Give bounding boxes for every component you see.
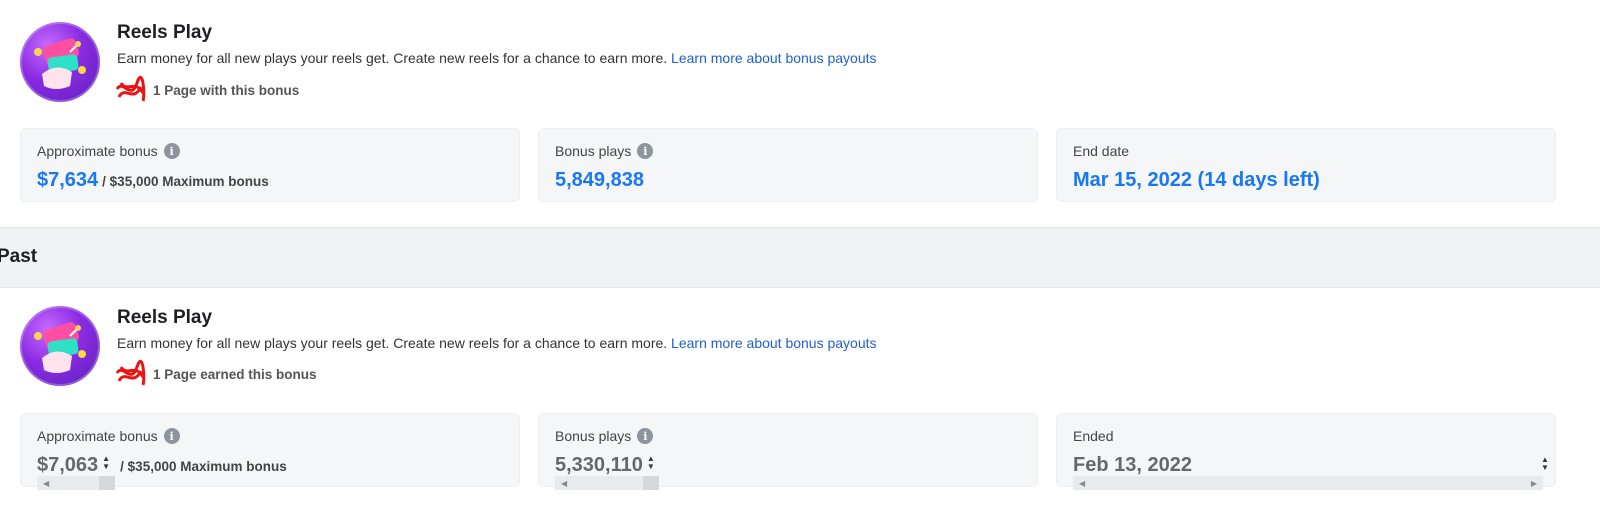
end-date-box: End date Mar 15, 2022 (14 days left): [1056, 128, 1556, 202]
bonus-plays-amount: 5,330,110: [555, 454, 643, 476]
scroll-right-arrow-icon[interactable]: ▶: [1531, 479, 1537, 488]
horizontal-scrollbar[interactable]: ◀▶: [555, 476, 659, 490]
info-icon[interactable]: i: [163, 428, 180, 444]
bonus-plays-value: 5,330,110 ▲ ▼: [555, 454, 655, 477]
spinner-arrows-icon[interactable]: ▲ ▼: [102, 455, 110, 471]
past-section-heading: Past: [0, 246, 38, 267]
pages-count-text: 1 Page earned this bonus: [153, 366, 317, 382]
ended-label: Ended: [1073, 428, 1114, 444]
spinner-arrows-icon[interactable]: ▲ ▼: [647, 455, 655, 471]
reels-bonus-avatar: [20, 306, 100, 386]
approximate-bonus-box: Approximate bonus i $7,634/ $35,000 Maxim…: [20, 128, 520, 202]
info-icon[interactable]: i: [637, 428, 654, 444]
end-date-label: End date: [1073, 143, 1130, 159]
pages-with-bonus[interactable]: 1 Page with this bonus: [113, 75, 299, 105]
approximate-bonus-amount: $7,063: [37, 454, 99, 476]
spinner-arrows-icon[interactable]: ▲ ▼: [1541, 456, 1549, 472]
approximate-bonus-box: Approximate bonus i $7,063 ▲ ▼ / $35,000 Max…: [20, 413, 520, 490]
pages-earned-bonus[interactable]: 1 Page earned this bonus: [113, 359, 317, 389]
bonus-description: Earn money for all new plays your reels …: [117, 335, 877, 351]
bonus-plays-box: Bonus plays i 5,330,110▲▼ ◀▶: [538, 413, 1038, 490]
ended-date-box: Ended Feb 13, 2022 ▲ ▼ ◀ ▶: [1056, 413, 1556, 490]
end-date-value: Mar 15, 2022 (14 days left): [1073, 169, 1320, 191]
approximate-bonus-label: Approximate bonus: [37, 428, 158, 444]
reels-bonus-avatar: [20, 22, 100, 102]
scroll-left-arrow-icon[interactable]: ◀: [1079, 479, 1085, 488]
redacted-page-avatar-icon: [115, 359, 146, 386]
bonus-description-text: Earn money for all new plays your reels …: [117, 335, 668, 351]
horizontal-scrollbar[interactable]: ◀▶: [1073, 476, 1543, 490]
bonus-title: Reels Play: [117, 307, 213, 328]
approximate-bonus-amount: $7,634: [37, 169, 99, 191]
bonus-plays-value: 5,849,838: [555, 169, 644, 191]
bonus-title: Reels Play: [117, 22, 213, 43]
learn-more-link[interactable]: Learn more about bonus payouts: [671, 335, 876, 351]
approximate-bonus-label: Approximate bonus: [37, 143, 158, 159]
info-icon[interactable]: i: [163, 143, 180, 159]
bonus-plays-label: Bonus plays: [555, 143, 632, 159]
approximate-bonus-value: $7,634/ $35,000 Maximum bonus: [37, 169, 269, 192]
bonus-plays-box: Bonus plays i 5,849,838: [538, 128, 1038, 202]
learn-more-link[interactable]: Learn more about bonus payouts: [671, 50, 876, 66]
maximum-bonus-text: / $35,000 Maximum bonus: [102, 174, 269, 189]
horizontal-scrollbar[interactable]: ◀▶: [37, 476, 115, 490]
scroll-left-arrow-icon[interactable]: ◀: [561, 479, 567, 488]
info-icon[interactable]: i: [637, 143, 654, 159]
past-bonus-card: Reels Play Earn money for all new plays …: [0, 287, 1600, 506]
redacted-page-avatar-icon: [115, 75, 146, 102]
maximum-bonus-text: / $35,000 Maximum bonus: [120, 459, 287, 474]
ended-date-value: Feb 13, 2022: [1073, 454, 1192, 476]
bonus-plays-label: Bonus plays: [555, 428, 632, 444]
bonus-description-text: Earn money for all new plays your reels …: [117, 50, 668, 66]
scroll-left-arrow-icon[interactable]: ◀: [43, 479, 49, 488]
current-bonus-card: Reels Play Earn money for all new plays …: [0, 0, 1600, 228]
pages-count-text: 1 Page with this bonus: [153, 82, 300, 98]
bonus-description: Earn money for all new plays your reels …: [117, 50, 877, 66]
approximate-bonus-value: $7,063 ▲ ▼ / $35,000 Maximum bonus: [37, 454, 287, 477]
